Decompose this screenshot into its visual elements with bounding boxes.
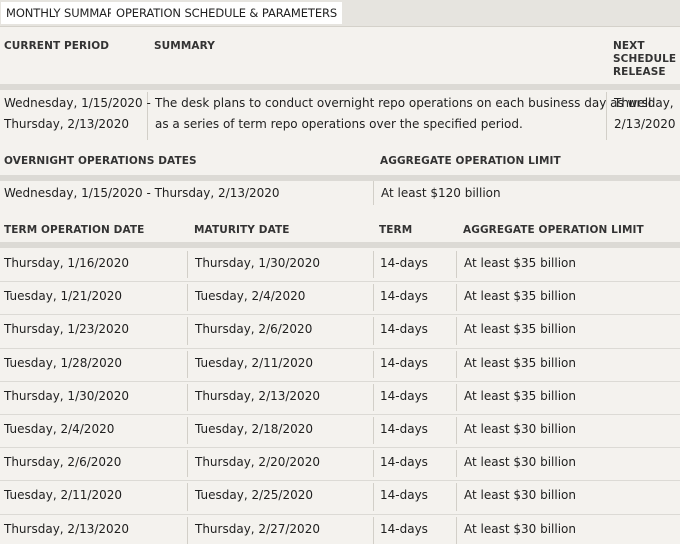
row-separator bbox=[0, 281, 680, 282]
column-divider bbox=[373, 350, 374, 378]
column-divider bbox=[456, 251, 457, 279]
row-separator bbox=[0, 514, 680, 515]
aggregate-limit: At least $30 billion bbox=[464, 521, 576, 536]
term-operation-date: Tuesday, 1/28/2020 bbox=[4, 355, 122, 370]
column-divider bbox=[373, 483, 374, 511]
column-divider bbox=[456, 317, 457, 345]
column-divider bbox=[187, 450, 188, 478]
section-divider bbox=[0, 84, 680, 90]
column-divider bbox=[373, 383, 374, 411]
column-divider bbox=[187, 251, 188, 279]
aggregate-limit: At least $35 billion bbox=[464, 388, 576, 403]
current-period-end: Thursday, 2/13/2020 bbox=[4, 117, 129, 131]
aggregate-limit: At least $35 billion bbox=[464, 322, 576, 337]
column-divider bbox=[373, 417, 374, 445]
term-operation-date: Thursday, 1/23/2020 bbox=[4, 322, 129, 337]
aggregate-limit: At least $35 billion bbox=[464, 289, 576, 304]
column-divider bbox=[187, 317, 188, 345]
maturity-date: Tuesday, 2/4/2020 bbox=[195, 289, 306, 304]
row-separator bbox=[0, 314, 680, 315]
row-separator bbox=[0, 480, 680, 481]
overnight-limit-value: At least $120 billion bbox=[381, 186, 501, 200]
term-length: 14-days bbox=[380, 455, 428, 470]
maturity-date: Thursday, 2/13/2020 bbox=[195, 388, 320, 403]
current-period-start: Wednesday, 1/15/2020 - bbox=[4, 96, 151, 110]
row-separator bbox=[0, 381, 680, 382]
maturity-date: Thursday, 1/30/2020 bbox=[195, 256, 320, 270]
maturity-date: Tuesday, 2/11/2020 bbox=[195, 355, 313, 370]
header-term: TERM bbox=[379, 224, 413, 236]
maturity-date: Tuesday, 2/25/2020 bbox=[195, 488, 313, 503]
maturity-date: Tuesday, 2/18/2020 bbox=[195, 422, 313, 436]
maturity-date: Thursday, 2/27/2020 bbox=[195, 521, 320, 536]
aggregate-limit: At least $35 billion bbox=[464, 256, 576, 270]
column-divider bbox=[456, 450, 457, 478]
header-overnight-limit: AGGREGATE OPERATION LIMIT bbox=[380, 155, 561, 167]
column-divider bbox=[456, 483, 457, 511]
term-operation-date: Tuesday, 2/4/2020 bbox=[4, 422, 115, 436]
maturity-date: Thursday, 2/20/2020 bbox=[195, 455, 320, 470]
section-divider bbox=[0, 175, 680, 181]
term-operation-date: Thursday, 1/30/2020 bbox=[4, 388, 129, 403]
aggregate-limit: At least $35 billion bbox=[464, 355, 576, 370]
term-operation-date: Thursday, 1/16/2020 bbox=[4, 256, 129, 270]
next-release-date: 2/13/2020 bbox=[614, 117, 676, 131]
header-next-release-2: SCHEDULE bbox=[613, 53, 677, 65]
column-divider bbox=[373, 516, 374, 544]
summary-text-line2: as a series of term repo operations over… bbox=[155, 117, 523, 131]
column-divider bbox=[187, 350, 188, 378]
term-length: 14-days bbox=[380, 388, 428, 403]
header-overnight-dates: OVERNIGHT OPERATIONS DATES bbox=[4, 155, 197, 167]
term-operation-date: Tuesday, 2/11/2020 bbox=[4, 488, 122, 503]
tab-operation-schedule[interactable]: OPERATION SCHEDULE & PARAMETERS bbox=[111, 2, 343, 24]
header-current-period: CURRENT PERIOD bbox=[4, 40, 110, 52]
term-length: 14-days bbox=[380, 355, 428, 370]
aggregate-limit: At least $30 billion bbox=[464, 488, 576, 503]
column-divider bbox=[187, 383, 188, 411]
column-divider bbox=[373, 450, 374, 478]
term-length: 14-days bbox=[380, 289, 428, 304]
column-divider bbox=[187, 284, 188, 312]
row-separator bbox=[0, 348, 680, 349]
next-release-day: Thursday, bbox=[614, 96, 674, 110]
term-operation-date: Thursday, 2/13/2020 bbox=[4, 521, 129, 536]
summary-text-line1: The desk plans to conduct overnight repo… bbox=[155, 96, 652, 110]
column-divider bbox=[187, 483, 188, 511]
row-separator bbox=[0, 414, 680, 415]
header-term-limit: AGGREGATE OPERATION LIMIT bbox=[463, 224, 644, 236]
term-length: 14-days bbox=[380, 422, 428, 436]
term-length: 14-days bbox=[380, 488, 428, 503]
column-divider bbox=[187, 417, 188, 445]
header-next-release-1: NEXT bbox=[613, 40, 645, 52]
column-divider bbox=[456, 383, 457, 411]
column-divider bbox=[456, 516, 457, 544]
column-divider bbox=[456, 417, 457, 445]
column-divider bbox=[456, 284, 457, 312]
term-length: 14-days bbox=[380, 256, 428, 270]
row-separator bbox=[0, 447, 680, 448]
aggregate-limit: At least $30 billion bbox=[464, 422, 576, 436]
header-term-date: TERM OPERATION DATE bbox=[4, 224, 145, 236]
term-length: 14-days bbox=[380, 521, 428, 536]
header-summary: SUMMARY bbox=[154, 40, 215, 52]
term-operation-date: Tuesday, 1/21/2020 bbox=[4, 289, 122, 304]
tab-monthly-summary[interactable]: MONTHLY SUMMARY bbox=[1, 2, 129, 24]
maturity-date: Thursday, 2/6/2020 bbox=[195, 322, 313, 337]
section-divider bbox=[0, 242, 680, 248]
column-divider bbox=[373, 317, 374, 345]
column-divider bbox=[373, 181, 374, 205]
header-maturity-date: MATURITY DATE bbox=[194, 224, 290, 236]
column-divider bbox=[187, 516, 188, 544]
term-length: 14-days bbox=[380, 322, 428, 337]
term-operation-date: Thursday, 2/6/2020 bbox=[4, 455, 122, 470]
header-next-release-3: RELEASE bbox=[613, 66, 666, 78]
column-divider bbox=[456, 350, 457, 378]
column-divider bbox=[373, 251, 374, 279]
overnight-dates-value: Wednesday, 1/15/2020 - Thursday, 2/13/20… bbox=[4, 186, 280, 200]
tab-bar: MONTHLY SUMMARY OPERATION SCHEDULE & PAR… bbox=[0, 0, 680, 27]
column-divider bbox=[373, 284, 374, 312]
aggregate-limit: At least $30 billion bbox=[464, 455, 576, 470]
